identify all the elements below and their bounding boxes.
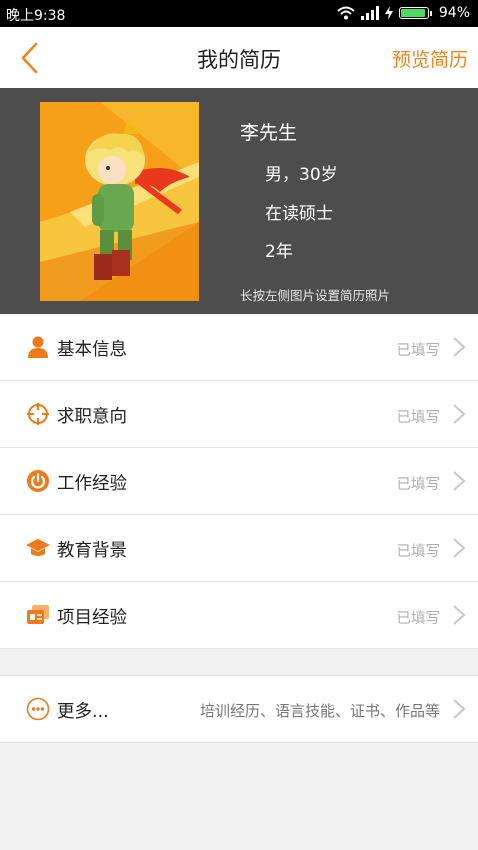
avatar[interactable]	[40, 102, 199, 301]
section-job-intention[interactable]: 求职意向 已填写	[0, 381, 478, 448]
target-icon	[26, 402, 50, 426]
section-status: 已填写	[396, 544, 441, 560]
battery-fill	[400, 9, 426, 17]
section-status: 已填写	[396, 611, 441, 627]
chevron-right-icon	[452, 537, 466, 559]
section-label: 项目经验	[57, 608, 127, 628]
power-icon	[26, 469, 50, 493]
chevron-right-icon	[452, 336, 466, 358]
person-icon	[26, 335, 50, 359]
section-status: 已填写	[396, 410, 441, 426]
chevron-right-icon	[452, 403, 466, 425]
ellipsis-icon	[26, 697, 50, 721]
profile-header: 李先生 男，30岁 在读硕士 2年 长按左侧图片设置简历照片	[0, 88, 478, 314]
section-label: 求职意向	[57, 407, 127, 427]
status-bar: 晚上9:38 94%	[0, 0, 478, 27]
resume-section-list: 基本信息 已填写 求职意向 已填写 工作经验 已填写 教育背景 已填写 项目经验…	[0, 314, 478, 649]
section-education[interactable]: 教育背景 已填写	[0, 515, 478, 582]
more-sections-item[interactable]: 更多... 培训经历、语言技能、证书、作品等	[0, 676, 478, 743]
battery-icon	[398, 7, 432, 19]
section-status: 已填写	[396, 477, 441, 493]
battery-percent: 94%	[438, 5, 470, 21]
avatar-illustration	[40, 102, 199, 301]
more-description: 培训经历、语言技能、证书、作品等	[199, 702, 440, 720]
profile-experience: 2年	[265, 242, 293, 262]
more-label: 更多...	[57, 702, 109, 722]
section-work-experience[interactable]: 工作经验 已填写	[0, 448, 478, 515]
section-status: 已填写	[396, 343, 441, 359]
section-label: 基本信息	[57, 340, 127, 360]
charging-icon	[384, 6, 393, 20]
chevron-right-icon	[452, 604, 466, 626]
status-icons: 94%	[337, 5, 470, 21]
nav-bar: 我的简历 预览简历	[0, 27, 478, 89]
section-label: 教育背景	[57, 541, 127, 561]
preview-resume-button[interactable]: 预览简历	[392, 45, 468, 72]
section-projects[interactable]: 项目经验 已填写	[0, 582, 478, 649]
profile-education: 在读硕士	[265, 204, 333, 224]
profile-name: 李先生	[240, 122, 298, 144]
chevron-right-icon	[452, 698, 466, 720]
more-list: 更多... 培训经历、语言技能、证书、作品等	[0, 675, 478, 743]
chevron-right-icon	[452, 470, 466, 492]
profile-gender-age: 男，30岁	[265, 165, 338, 185]
cards-icon	[26, 603, 50, 627]
signal-icon	[360, 6, 379, 20]
photo-hint: 长按左侧图片设置简历照片	[240, 288, 391, 303]
wifi-icon	[337, 6, 355, 20]
graduation-cap-icon	[26, 536, 50, 560]
status-time: 晚上9:38	[6, 8, 66, 24]
section-label: 工作经验	[57, 474, 127, 494]
section-basic-info[interactable]: 基本信息 已填写	[0, 314, 478, 381]
